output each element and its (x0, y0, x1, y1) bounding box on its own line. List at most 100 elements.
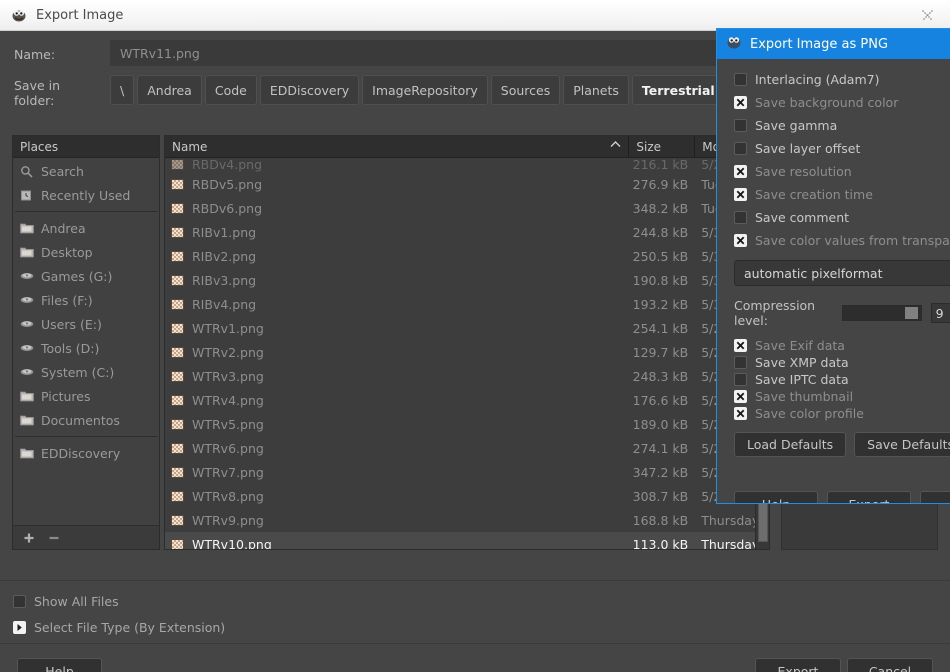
select-file-type-label: Select File Type (By Extension) (34, 620, 226, 635)
table-row[interactable]: WTRv5.png 189.0 kB 5/2 (165, 412, 769, 436)
places-item-desktop[interactable]: Desktop (13, 240, 159, 264)
png-option-save-color-profile[interactable]: Save color profile (734, 405, 950, 422)
breadcrumb-item-andrea[interactable]: Andrea (137, 75, 202, 105)
export-button[interactable]: Export (755, 658, 841, 672)
minus-icon[interactable] (46, 530, 61, 545)
file-thumbnail-icon (171, 346, 184, 358)
checkbox[interactable] (734, 119, 747, 132)
pixelformat-select[interactable]: automatic pixelformat (734, 260, 950, 286)
png-option-save-gamma[interactable]: Save gamma (734, 114, 950, 137)
plus-icon[interactable] (21, 530, 36, 545)
png-options-group: Interlacing (Adam7) Save background color… (734, 68, 950, 252)
table-row[interactable]: WTRv9.png 168.8 kB Thursday (165, 508, 769, 532)
close-icon[interactable] (904, 0, 950, 30)
file-name-label: RIBv3.png (192, 272, 257, 288)
places-item-search[interactable]: Search (13, 159, 159, 183)
places-item-system-c[interactable]: System (C:) (13, 360, 159, 384)
file-name-label: WTRv10.png (192, 536, 272, 550)
file-name-cell: WTRv1.png (165, 321, 629, 336)
png-option-save-background-color[interactable]: Save background color (734, 91, 950, 114)
cancel-button[interactable]: Cancel (847, 658, 933, 672)
png-help-button[interactable]: Help (734, 491, 818, 503)
png-option-label: Save background color (755, 95, 899, 110)
file-thumbnail-icon (171, 418, 184, 430)
checkbox[interactable] (734, 73, 747, 86)
places-item-recently-used[interactable]: Recently Used (13, 183, 159, 207)
places-item-games-g[interactable]: Games (G:) (13, 264, 159, 288)
load-defaults-button[interactable]: Load Defaults (734, 432, 847, 457)
table-row[interactable]: RBDv6.png 348.2 kB Tue (165, 196, 769, 220)
column-header-name[interactable]: Name (165, 136, 630, 158)
table-row[interactable]: WTRv2.png 129.7 kB 5/2 (165, 340, 769, 364)
help-button[interactable]: Help (17, 658, 102, 672)
table-row[interactable]: WTRv8.png 308.7 kB 5/2 (165, 484, 769, 508)
table-row[interactable]: WTRv3.png 248.3 kB 5/2 (165, 364, 769, 388)
breadcrumb-item-code[interactable]: Code (204, 75, 257, 105)
places-item-eddiscovery[interactable]: EDDiscovery (13, 441, 159, 465)
table-row[interactable]: WTRv10.png 113.0 kB Thursday (165, 532, 769, 550)
checkbox[interactable] (734, 234, 747, 247)
breadcrumb-item-[interactable]: \ (110, 75, 135, 105)
png-option-label: Save IPTC data (755, 372, 849, 387)
png-option-save-xmp-data[interactable]: Save XMP data (734, 354, 950, 371)
breadcrumb-item-eddiscovery[interactable]: EDDiscovery (259, 75, 360, 105)
places-item-tools-d[interactable]: Tools (D:) (13, 336, 159, 360)
checkbox[interactable] (734, 165, 747, 178)
checkbox[interactable] (734, 142, 747, 155)
png-cancel-button[interactable]: Ca (920, 491, 950, 503)
places-item-label: Andrea (41, 220, 86, 236)
compression-level-slider[interactable] (842, 305, 922, 321)
compression-level-spinbox[interactable]: 9 (930, 303, 950, 323)
checkbox[interactable] (734, 211, 747, 224)
checkbox[interactable] (734, 390, 747, 403)
table-row[interactable]: WTRv7.png 347.2 kB 5/2 (165, 460, 769, 484)
places-item-users-e[interactable]: Users (E:) (13, 312, 159, 336)
checkbox[interactable] (734, 96, 747, 109)
options-divider (0, 580, 950, 581)
file-size-cell: 216.1 kB (632, 158, 689, 172)
png-option-save-resolution[interactable]: Save resolution (734, 160, 950, 183)
table-row[interactable]: WTRv4.png 176.6 kB 5/2 (165, 388, 769, 412)
expander-icon[interactable] (13, 621, 26, 634)
places-item-pictures[interactable]: Pictures (13, 384, 159, 408)
breadcrumb-item-imagerepository[interactable]: ImageRepository (362, 75, 488, 105)
table-row[interactable]: RIBv1.png 244.8 kB 5/3 (165, 220, 769, 244)
column-header-size[interactable]: Size (629, 136, 696, 158)
png-option-save-thumbnail[interactable]: Save thumbnail (734, 388, 950, 405)
png-option-save-creation-time[interactable]: Save creation time (734, 183, 950, 206)
places-item-andrea[interactable]: Andrea (13, 216, 159, 240)
breadcrumb-item-terrestrial[interactable]: Terrestrial (631, 75, 725, 105)
export-png-dialog: Export Image as PNG Interlacing (Adam7) S… (716, 28, 950, 504)
png-option-interlacing-adam7[interactable]: Interlacing (Adam7) (734, 68, 950, 91)
show-all-files-checkbox[interactable] (13, 595, 26, 608)
table-row[interactable]: RBDv5.png 276.9 kB Tue (165, 172, 769, 196)
save-defaults-button[interactable]: Save Defaults (854, 432, 950, 457)
checkbox[interactable] (734, 188, 747, 201)
compression-level-value: 9 (935, 305, 944, 321)
png-option-save-iptc-data[interactable]: Save IPTC data (734, 371, 950, 388)
table-row[interactable]: RIBv4.png 193.2 kB 5/3 (165, 292, 769, 316)
table-row[interactable]: WTRv1.png 254.1 kB 5/2 (165, 316, 769, 340)
table-row[interactable]: RBDv4.png 216.1 kB 5/2 (165, 158, 769, 172)
breadcrumb-item-sources[interactable]: Sources (490, 75, 561, 105)
checkbox[interactable] (734, 356, 747, 369)
places-item-label: Desktop (41, 244, 93, 260)
png-option-save-color-values-from-transparent[interactable]: Save color values from transparent (734, 229, 950, 252)
places-item-documentos[interactable]: Documentos (13, 408, 159, 432)
checkbox[interactable] (734, 339, 747, 352)
file-name-label: RBDv5.png (192, 176, 263, 192)
checkbox[interactable] (734, 407, 747, 420)
select-file-type-option[interactable]: Select File Type (By Extension) (13, 620, 225, 635)
table-row[interactable]: WTRv6.png 274.1 kB 5/2 (165, 436, 769, 460)
png-option-save-layer-offset[interactable]: Save layer offset (734, 137, 950, 160)
png-option-save-exif-data[interactable]: Save Exif data (734, 337, 950, 354)
places-item-files-f[interactable]: Files (F:) (13, 288, 159, 312)
checkbox[interactable] (734, 373, 747, 386)
show-all-files-option[interactable]: Show All Files (13, 594, 119, 609)
compression-slider-handle[interactable] (904, 307, 918, 319)
png-option-save-comment[interactable]: Save comment (734, 206, 950, 229)
breadcrumb-item-planets[interactable]: Planets (563, 75, 629, 105)
table-row[interactable]: RIBv2.png 250.5 kB 5/3 (165, 244, 769, 268)
table-row[interactable]: RIBv3.png 190.8 kB 5/3 (165, 268, 769, 292)
png-export-button[interactable]: Export (827, 491, 911, 503)
